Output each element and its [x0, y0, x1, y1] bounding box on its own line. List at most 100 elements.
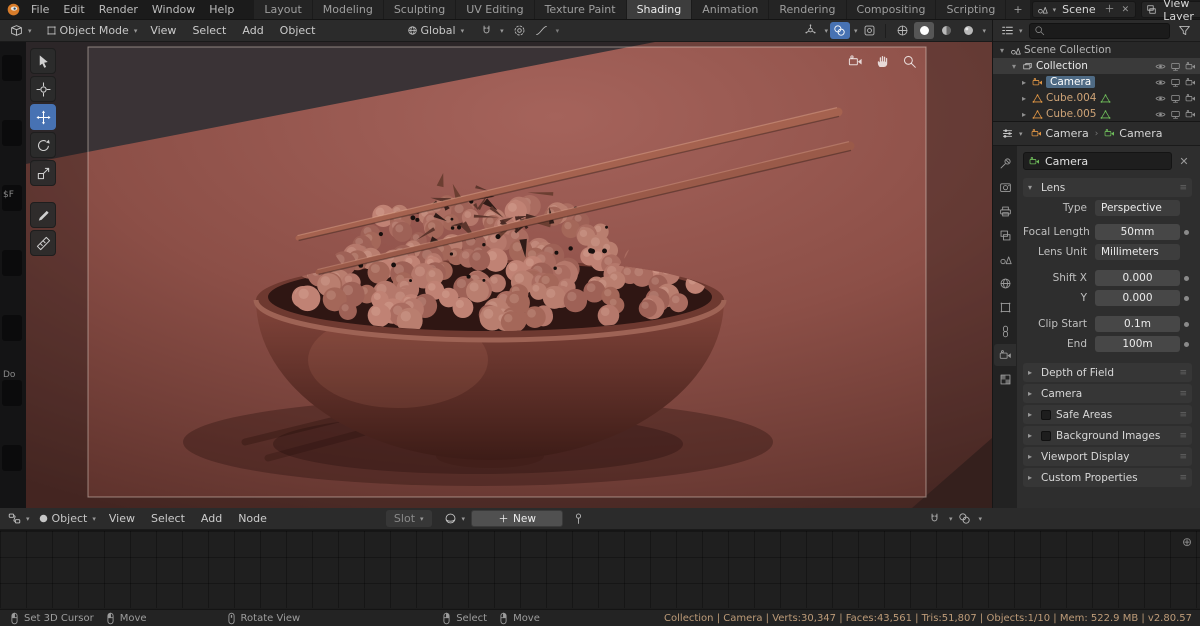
depth-of-field-panel-header[interactable]: ▸ Depth of Field ≡ — [1023, 363, 1192, 382]
animate-dot[interactable] — [1180, 321, 1192, 327]
panel-grip-icon[interactable]: ≡ — [1179, 410, 1187, 420]
overlays-dropdown[interactable]: ▾ — [978, 515, 982, 523]
snapping-dropdown[interactable]: ▾ — [949, 515, 953, 523]
editor-type-button[interactable]: ▾ — [999, 23, 1025, 38]
panel-grip-icon[interactable]: ≡ — [1179, 368, 1187, 378]
disable-viewport-icon[interactable] — [1170, 77, 1181, 88]
lens-panel-header[interactable]: ▾ Lens ≡ — [1023, 178, 1192, 197]
outliner-search[interactable] — [1028, 22, 1170, 39]
outliner-row-scene-collection[interactable]: ▾ Scene Collection — [993, 42, 1200, 58]
shift-x-field[interactable]: 0.000 — [1095, 270, 1180, 286]
outliner-row-collection[interactable]: ▾ Collection — [993, 58, 1200, 74]
viewport-menu-view[interactable]: View — [143, 22, 183, 39]
disable-render-icon[interactable] — [1185, 61, 1196, 72]
viewport-menu-select[interactable]: Select — [185, 22, 233, 39]
unlink-scene-button[interactable]: ✕ — [1120, 5, 1132, 15]
editor-type-button[interactable]: ▾ — [6, 23, 36, 38]
search-input[interactable] — [1048, 25, 1165, 36]
menu-file[interactable]: File — [24, 1, 56, 18]
viewport-menu-object[interactable]: Object — [273, 22, 323, 39]
custom-properties-panel-header[interactable]: ▸ Custom Properties ≡ — [1023, 468, 1192, 487]
shader-menu-select[interactable]: Select — [144, 510, 192, 527]
shading-material-button[interactable] — [936, 22, 956, 39]
tab-shading[interactable]: Shading — [626, 0, 693, 19]
clip-start-field[interactable]: 0.1m — [1095, 316, 1180, 332]
outliner-row-camera[interactable]: ▸ Camera — [993, 74, 1200, 90]
disable-viewport-icon[interactable] — [1170, 109, 1181, 120]
menu-edit[interactable]: Edit — [56, 1, 91, 18]
id-name-field[interactable] — [1023, 152, 1172, 170]
overlays-toggle[interactable] — [954, 510, 974, 527]
breadcrumb-object[interactable]: Camera — [1027, 126, 1093, 141]
viewport-3d[interactable]: $F Do — [0, 42, 992, 508]
shader-node-canvas[interactable]: ⊕ — [0, 530, 1200, 608]
rotate-tool[interactable] — [30, 132, 56, 158]
outliner-row-cube005[interactable]: ▸ Cube.005 — [993, 106, 1200, 122]
shader-menu-view[interactable]: View — [102, 510, 142, 527]
disable-viewport-icon[interactable] — [1170, 61, 1181, 72]
menu-window[interactable]: Window — [145, 1, 202, 18]
add-workspace-button[interactable]: + — [1006, 0, 1031, 19]
move-tool[interactable] — [30, 104, 56, 130]
tab-world[interactable] — [994, 272, 1016, 294]
new-material-button[interactable]: New — [471, 510, 563, 527]
panel-grip-icon[interactable]: ≡ — [1179, 452, 1187, 462]
expand-icon[interactable]: ▸ — [1019, 78, 1029, 87]
id-name-input[interactable] — [1045, 154, 1166, 168]
clip-end-field[interactable]: 100m — [1095, 336, 1180, 352]
tab-uv-editing[interactable]: UV Editing — [456, 0, 535, 19]
select-box-tool[interactable] — [30, 48, 56, 74]
blender-logo-icon[interactable] — [6, 2, 21, 17]
focal-length-field[interactable]: 50mm — [1095, 224, 1180, 240]
falloff-dropdown[interactable] — [532, 22, 552, 39]
hide-eye-icon[interactable] — [1155, 61, 1166, 72]
hide-eye-icon[interactable] — [1155, 109, 1166, 120]
shading-dropdown[interactable]: ▾ — [982, 27, 986, 35]
animate-dot[interactable] — [1180, 275, 1192, 281]
proportional-editing-toggle[interactable] — [510, 22, 530, 39]
background-images-panel-header[interactable]: ▸ Background Images ≡ — [1023, 426, 1192, 445]
shader-menu-add[interactable]: Add — [194, 510, 229, 527]
tab-texture[interactable] — [994, 368, 1016, 390]
editor-type-button[interactable]: ▾ — [999, 126, 1025, 141]
animate-dot[interactable] — [1180, 295, 1192, 301]
background-images-checkbox[interactable] — [1041, 430, 1051, 441]
shading-wireframe-button[interactable] — [892, 22, 912, 39]
tab-object[interactable] — [994, 296, 1016, 318]
gizmos-dropdown[interactable]: ▾ — [824, 27, 828, 35]
tab-object-data[interactable] — [994, 344, 1016, 366]
shader-type-selector[interactable]: Object ▾ — [34, 511, 100, 526]
lens-unit-dropdown[interactable]: Millimeters — [1095, 244, 1180, 260]
tab-sculpting[interactable]: Sculpting — [383, 0, 457, 19]
tab-view-layer[interactable] — [994, 224, 1016, 246]
viewport-menu-add[interactable]: Add — [235, 22, 270, 39]
expand-icon[interactable]: ▾ — [1009, 62, 1019, 71]
panel-grip-icon[interactable]: ≡ — [1179, 473, 1187, 483]
menu-render[interactable]: Render — [92, 1, 145, 18]
pan-hand-icon[interactable] — [873, 52, 891, 70]
tab-scene[interactable] — [994, 248, 1016, 270]
camera-panel-header[interactable]: ▸ Camera ≡ — [1023, 384, 1192, 403]
tab-layout[interactable]: Layout — [254, 0, 313, 19]
expand-sidebar-button[interactable]: ⊕ — [1182, 535, 1192, 549]
filter-icon[interactable] — [1174, 22, 1194, 39]
overlays-dropdown[interactable]: ▾ — [854, 27, 858, 35]
scene-selector[interactable]: ▾ Scene ✕ — [1031, 1, 1137, 18]
hide-eye-icon[interactable] — [1155, 77, 1166, 88]
snap-toggle[interactable] — [476, 22, 496, 39]
snap-settings-dropdown[interactable]: ▾ — [500, 27, 504, 35]
breadcrumb-data[interactable]: Camera — [1100, 126, 1166, 141]
animate-dot[interactable] — [1180, 341, 1192, 347]
tab-output[interactable] — [994, 200, 1016, 222]
annotate-tool[interactable] — [30, 202, 56, 228]
disable-render-icon[interactable] — [1185, 109, 1196, 120]
animate-dot[interactable] — [1180, 229, 1192, 235]
safe-areas-panel-header[interactable]: ▸ Safe Areas ≡ — [1023, 405, 1192, 424]
expand-icon[interactable]: ▾ — [997, 46, 1007, 55]
tab-scripting[interactable]: Scripting — [936, 0, 1007, 19]
tab-tool[interactable] — [994, 152, 1016, 174]
tab-rendering[interactable]: Rendering — [769, 0, 847, 19]
outliner-row-cube004[interactable]: ▸ Cube.004 — [993, 90, 1200, 106]
new-scene-button[interactable] — [1102, 3, 1117, 17]
overlays-toggle[interactable] — [829, 22, 850, 39]
